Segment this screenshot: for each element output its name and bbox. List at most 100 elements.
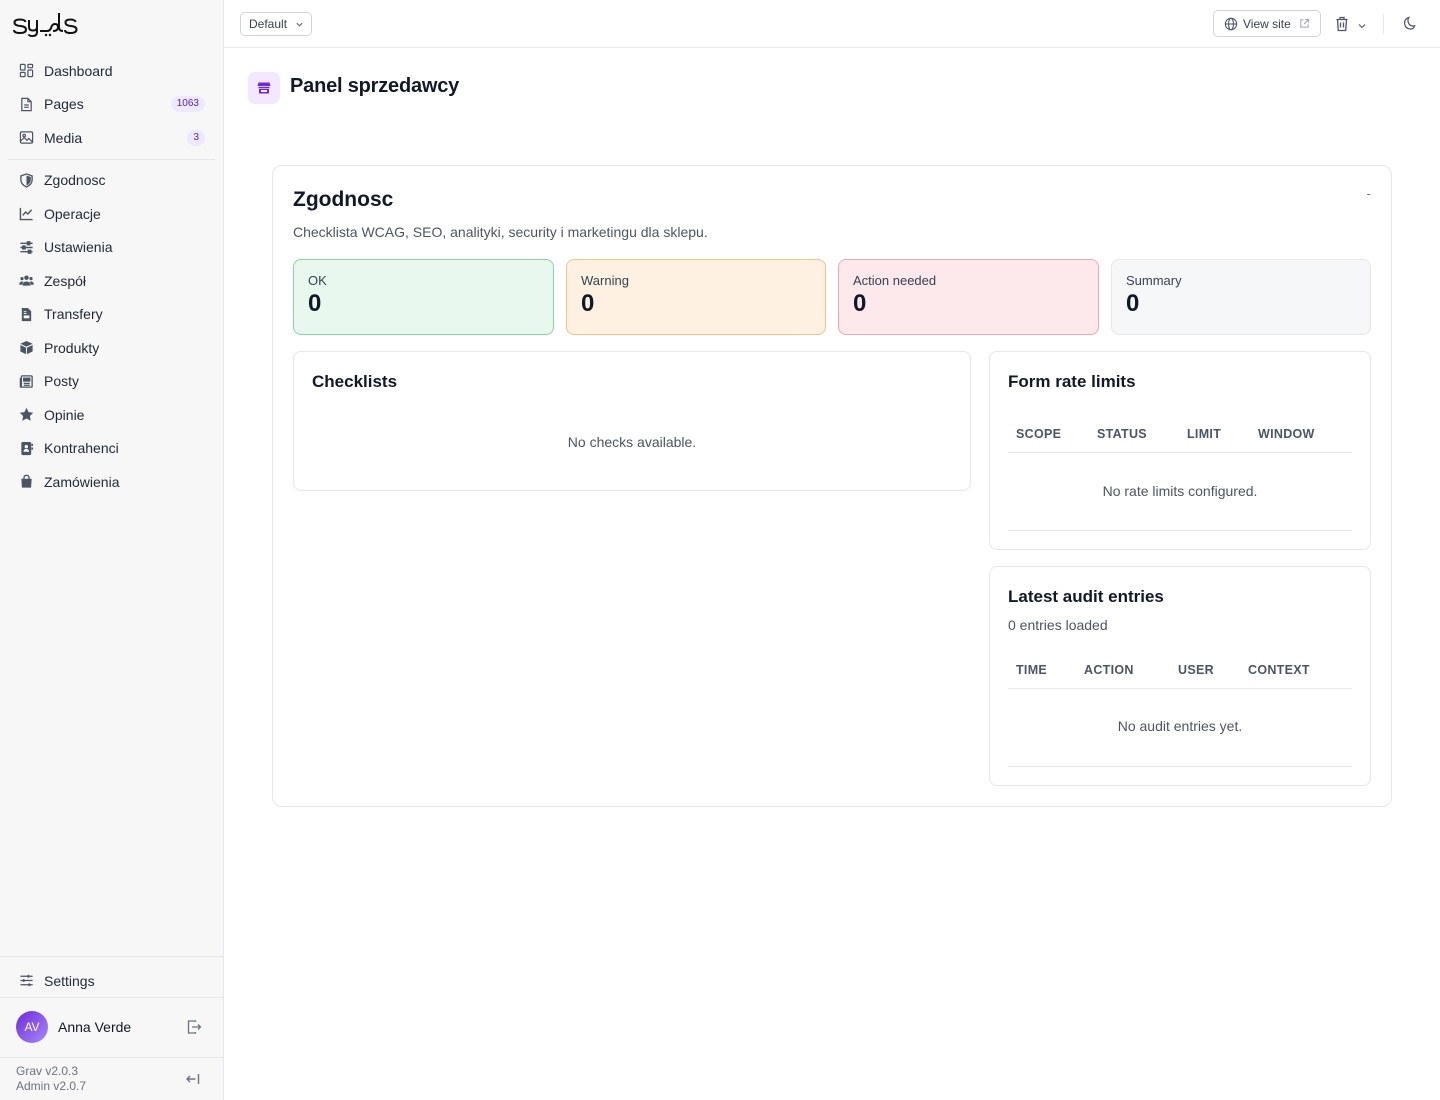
column-header-scope: SCOPE: [1016, 427, 1062, 441]
stat-label: Summary: [1126, 273, 1182, 288]
audit-title: Latest audit entries: [1008, 587, 1164, 606]
sidebar-item-zamowienia[interactable]: Zamówienia: [8, 465, 215, 499]
sidebar-item-opinie[interactable]: Opinie: [8, 398, 215, 432]
sidebar-item-label: Pages: [44, 96, 84, 113]
sidebar-item-dashboard[interactable]: Dashboard: [8, 54, 215, 88]
environment-value: Default: [249, 17, 288, 31]
column-header-limit: LIMIT: [1187, 427, 1222, 441]
sidebar-divider: [0, 997, 223, 998]
admin-version: Admin v2.0.7: [16, 1079, 87, 1093]
sidebar-item-label: Zgodnosc: [44, 172, 106, 189]
pages-count-badge: 1063: [170, 96, 205, 113]
sidebar: Dashboard Pages 1063 Media 3 Zgodnosc Op…: [0, 0, 224, 1100]
sidebar-item-label: Opinie: [44, 406, 85, 423]
sidebar-item-pages[interactable]: Pages 1063: [8, 88, 215, 122]
environment-select[interactable]: Default: [240, 12, 313, 36]
external-link-icon: [1300, 18, 1310, 28]
rate-limits-empty-message: No rate limits configured.: [1102, 483, 1258, 499]
globe-icon: [1224, 17, 1238, 31]
sidebar-settings: Settings: [8, 964, 215, 998]
topbar-divider: [1383, 14, 1384, 34]
sidebar-nav: Dashboard Pages 1063 Media 3 Zgodnosc Op…: [8, 54, 215, 499]
chevron-down-icon: [296, 22, 303, 27]
card-subtitle: Checklista WCAG, SEO, analityki, securit…: [293, 224, 708, 240]
compliance-card: Zgodnosc Checklista WCAG, SEO, analityki…: [272, 165, 1392, 807]
trash-icon: [1336, 16, 1348, 32]
chart-line-icon: [18, 206, 34, 222]
sidebar-item-label: Posty: [44, 373, 80, 390]
column-header-window: WINDOW: [1258, 427, 1315, 441]
sidebar-item-media[interactable]: Media 3: [8, 121, 215, 155]
cache-options-chevron-icon[interactable]: [1357, 18, 1367, 29]
sidebar-item-transfery[interactable]: Transfery: [8, 298, 215, 332]
column-header-time: TIME: [1016, 663, 1048, 677]
address-book-icon: [18, 440, 34, 456]
image-icon: [18, 130, 34, 146]
nav-divider: [8, 158, 215, 160]
media-count-badge: 3: [187, 129, 205, 146]
star-icon: [18, 407, 34, 423]
sidebar-item-label: Dashboard: [44, 62, 113, 79]
clear-cache-button[interactable]: [1332, 14, 1352, 34]
sliders-icon: [18, 239, 34, 255]
sidebar-divider: [0, 1057, 223, 1058]
view-site-button[interactable]: View site: [1213, 10, 1321, 37]
sidebar-item-posty[interactable]: Posty: [8, 365, 215, 399]
file-invoice-icon: [18, 306, 34, 322]
version-info: Grav v2.0.3 Admin v2.0.7: [16, 1064, 86, 1094]
sidebar-item-kontrahenci[interactable]: Kontrahenci: [8, 432, 215, 466]
sidebar-item-operacje[interactable]: Operacje: [8, 197, 215, 231]
page-title: Panel sprzedawcy: [290, 75, 460, 97]
card-collapse-button[interactable]: -: [1367, 186, 1371, 201]
box-icon: [18, 340, 34, 356]
sidebar-item-label: Operacje: [44, 205, 101, 222]
store-icon: [248, 72, 280, 104]
table-bottom-border: [1008, 530, 1352, 531]
sidebar-item-label: Zamówienia: [44, 473, 120, 490]
avatar: AV: [16, 1011, 48, 1043]
sidebar-item-label: Settings: [44, 972, 95, 989]
sidebar-item-zespol[interactable]: Zespół: [8, 264, 215, 298]
sidebar-item-label: Media: [44, 129, 83, 146]
shield-icon: [18, 172, 34, 188]
user-profile[interactable]: AV Anna Verde: [16, 1010, 206, 1044]
audit-subtitle: 0 entries loaded: [1008, 617, 1108, 633]
stat-label: Warning: [581, 273, 629, 288]
stat-label: OK: [308, 273, 327, 288]
column-header-status: STATUS: [1097, 427, 1147, 441]
grav-version: Grav v2.0.3: [16, 1064, 79, 1078]
logout-icon[interactable]: [186, 1019, 202, 1035]
sidebar-item-produkty[interactable]: Produkty: [8, 331, 215, 365]
settings-sliders-icon: [18, 973, 34, 989]
brand-logo[interactable]: [12, 10, 80, 38]
checklists-empty-message: No checks available.: [567, 434, 697, 450]
sidebar-item-settings[interactable]: Settings: [8, 964, 215, 998]
user-name: Anna Verde: [58, 1019, 132, 1035]
stat-value: 0: [308, 290, 322, 317]
card-title: Zgodnosc: [293, 188, 394, 211]
sidebar-item-zgodnosc[interactable]: Zgodnosc: [8, 164, 215, 198]
rate-limits-panel: Form rate limits SCOPE STATUS LIMIT WIND…: [989, 351, 1371, 550]
column-header-user: USER: [1178, 663, 1214, 677]
audit-panel: Latest audit entries 0 entries loaded TI…: [989, 566, 1371, 786]
shopping-bag-icon: [18, 474, 34, 490]
rate-limits-title: Form rate limits: [1008, 372, 1136, 391]
stat-label: Action needed: [853, 273, 937, 288]
stat-value: 0: [853, 290, 867, 317]
sidebar-item-label: Kontrahenci: [44, 440, 119, 457]
users-icon: [18, 273, 34, 289]
topbar: Default View site: [224, 0, 1440, 48]
column-header-action: ACTION: [1084, 663, 1134, 677]
collapse-sidebar-icon[interactable]: [185, 1071, 201, 1087]
sidebar-item-ustawienia[interactable]: Ustawienia: [8, 231, 215, 265]
audit-table-header: TIME ACTION USER CONTEXT: [1008, 651, 1352, 689]
sidebar-divider: [0, 956, 223, 957]
table-bottom-border: [1008, 766, 1352, 767]
sidebar-item-label: Produkty: [44, 339, 100, 356]
view-site-label: View site: [1243, 16, 1291, 31]
dark-mode-moon-icon[interactable]: [1403, 16, 1418, 31]
sidebar-item-label: Ustawienia: [44, 239, 113, 256]
stat-ok: OK 0: [293, 259, 554, 335]
stat-action-needed: Action needed 0: [838, 259, 1099, 335]
audit-empty-message: No audit entries yet.: [1117, 718, 1243, 734]
